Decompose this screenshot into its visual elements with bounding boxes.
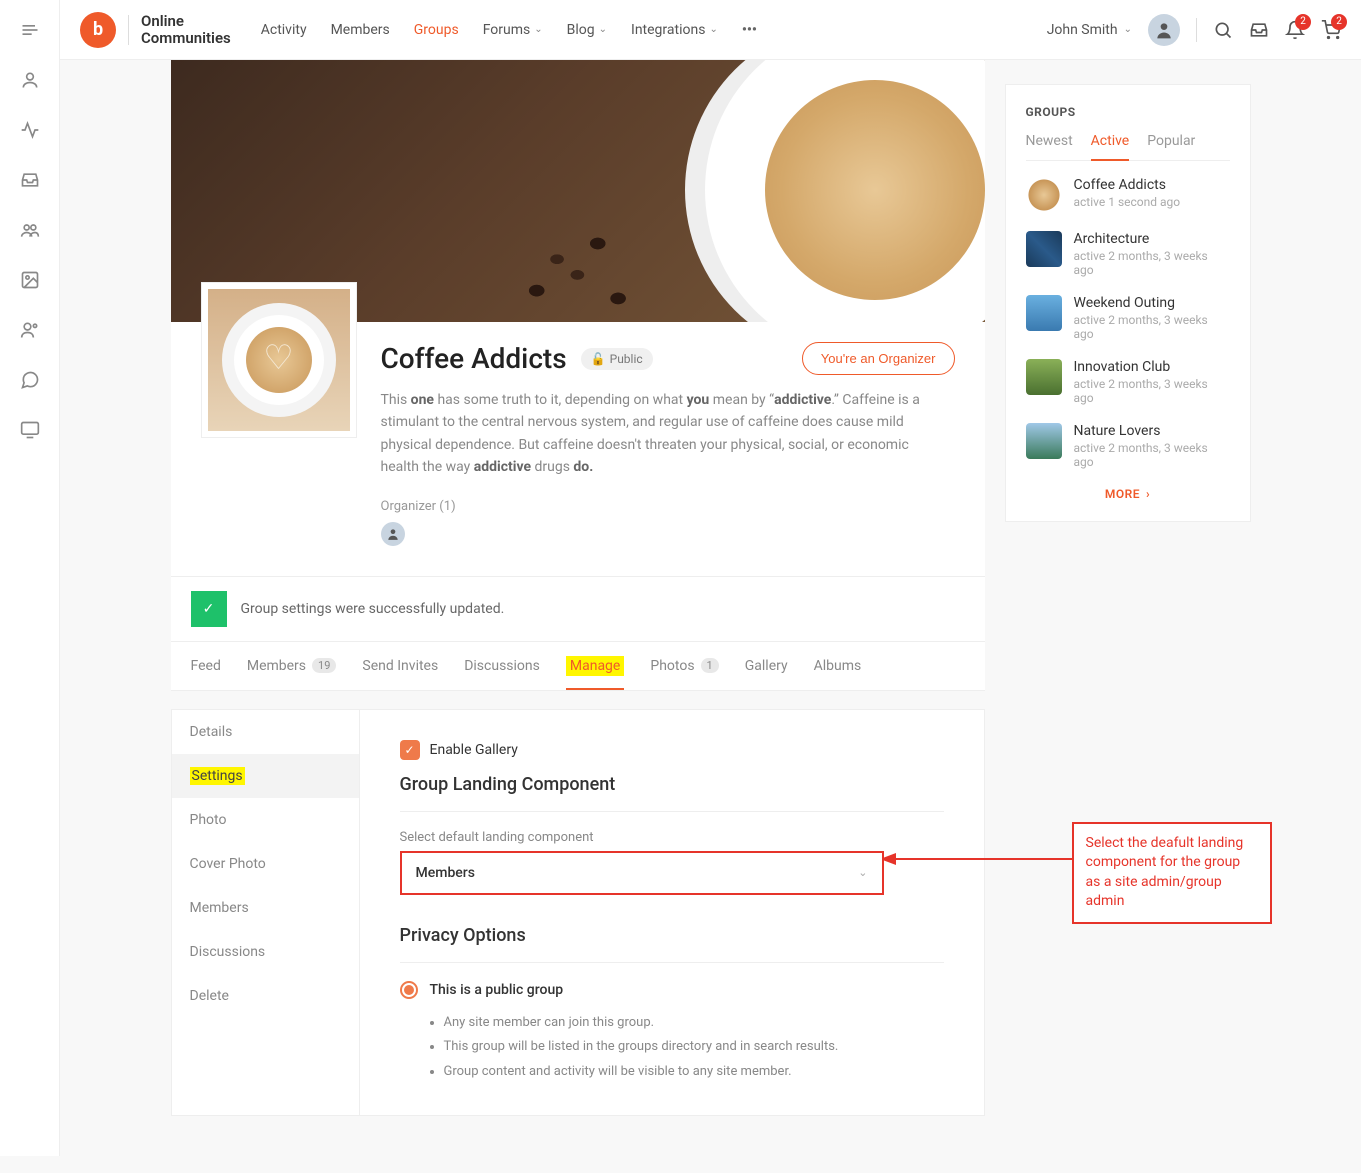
group-thumb bbox=[1026, 231, 1062, 267]
widget-tab-popular[interactable]: Popular bbox=[1147, 133, 1195, 160]
manage-nav-delete[interactable]: Delete bbox=[172, 974, 359, 1018]
user-icon[interactable] bbox=[20, 70, 40, 90]
tab-feed[interactable]: Feed bbox=[191, 642, 221, 690]
organizer-label: Organizer (1) bbox=[381, 499, 955, 514]
group-icon[interactable] bbox=[20, 220, 40, 240]
manage-nav-members[interactable]: Members bbox=[172, 886, 359, 930]
group-thumb bbox=[1026, 423, 1062, 459]
organizer-avatar[interactable] bbox=[381, 522, 405, 546]
widget-heading: GROUPS bbox=[1026, 105, 1230, 119]
tab-photos[interactable]: Photos1 bbox=[650, 642, 718, 690]
group-tabs: Feed Members19 Send Invites Discussions … bbox=[171, 641, 985, 691]
topbar: b OnlineCommunities Activity Members Gro… bbox=[60, 0, 1361, 60]
privacy-heading: Privacy Options bbox=[400, 925, 944, 946]
manage-nav-cover-photo[interactable]: Cover Photo bbox=[172, 842, 359, 886]
nav-forums[interactable]: Forums⌄ bbox=[483, 22, 543, 38]
widget-item[interactable]: Coffee Addictsactive 1 second ago bbox=[1026, 177, 1230, 213]
tab-send-invites[interactable]: Send Invites bbox=[362, 642, 438, 690]
brand-name[interactable]: OnlineCommunities bbox=[141, 13, 231, 46]
success-alert: ✓ Group settings were successfully updat… bbox=[171, 576, 985, 641]
chat-icon[interactable] bbox=[20, 370, 40, 390]
landing-heading: Group Landing Component bbox=[400, 774, 944, 795]
group-thumb bbox=[1026, 359, 1062, 395]
chevron-right-icon: › bbox=[1146, 487, 1150, 501]
manage-nav: Details Settings Photo Cover Photo Membe… bbox=[172, 710, 360, 1115]
check-icon: ✓ bbox=[191, 591, 227, 627]
image-icon[interactable] bbox=[20, 270, 40, 290]
annotation-box: Select the deafult landing component for… bbox=[1072, 822, 1272, 924]
tab-members[interactable]: Members19 bbox=[247, 642, 337, 690]
notification-badge: 2 bbox=[1295, 14, 1311, 30]
widget-item[interactable]: Innovation Clubactive 2 months, 3 weeks … bbox=[1026, 359, 1230, 405]
nav-blog[interactable]: Blog⌄ bbox=[567, 22, 607, 38]
menu-icon[interactable] bbox=[20, 20, 40, 40]
widget-tab-active[interactable]: Active bbox=[1091, 133, 1130, 161]
group-thumb bbox=[1026, 177, 1062, 213]
cart-badge: 2 bbox=[1331, 14, 1347, 30]
organizer-button[interactable]: You're an Organizer bbox=[802, 342, 955, 375]
widget-tab-newest[interactable]: Newest bbox=[1026, 133, 1073, 160]
avatar[interactable] bbox=[1148, 14, 1180, 46]
lock-open-icon: 🔓 bbox=[591, 352, 606, 366]
mail-icon[interactable] bbox=[1249, 20, 1269, 40]
nav-groups[interactable]: Groups bbox=[414, 22, 459, 38]
widget-item[interactable]: Nature Loversactive 2 months, 3 weeks ag… bbox=[1026, 423, 1230, 469]
widget-item[interactable]: Weekend Outingactive 2 months, 3 weeks a… bbox=[1026, 295, 1230, 341]
chevron-down-icon: ⌄ bbox=[1124, 24, 1132, 35]
manage-nav-photo[interactable]: Photo bbox=[172, 798, 359, 842]
more-link[interactable]: MORE› bbox=[1026, 487, 1230, 501]
landing-label: Select default landing component bbox=[400, 830, 944, 845]
logo-icon[interactable]: b bbox=[80, 12, 116, 48]
left-rail bbox=[0, 0, 60, 1156]
bell-icon[interactable]: 2 bbox=[1285, 20, 1305, 40]
manage-nav-settings[interactable]: Settings bbox=[172, 754, 359, 798]
search-icon[interactable] bbox=[1213, 20, 1233, 40]
inbox-icon[interactable] bbox=[20, 170, 40, 190]
nav-members[interactable]: Members bbox=[331, 22, 390, 38]
activity-icon[interactable] bbox=[20, 120, 40, 140]
tab-discussions[interactable]: Discussions bbox=[464, 642, 540, 690]
nav-more-icon[interactable]: ••• bbox=[742, 22, 757, 38]
widget-item[interactable]: Architectureactive 2 months, 3 weeks ago bbox=[1026, 231, 1230, 277]
public-group-label: This is a public group bbox=[430, 982, 564, 998]
visibility-badge: 🔓Public bbox=[581, 348, 653, 370]
group-description: This one has some truth to it, depending… bbox=[381, 389, 921, 479]
public-group-radio[interactable] bbox=[400, 981, 418, 999]
people-icon[interactable] bbox=[20, 320, 40, 340]
landing-select[interactable]: Members ⌄ bbox=[400, 851, 884, 895]
chevron-down-icon: ⌄ bbox=[858, 866, 867, 879]
enable-gallery-checkbox[interactable]: ✓ bbox=[400, 740, 420, 760]
group-avatar[interactable]: ♡ bbox=[201, 282, 357, 438]
group-title: Coffee Addicts bbox=[381, 342, 567, 375]
tab-gallery[interactable]: Gallery bbox=[745, 642, 788, 690]
public-bullets: Any site member can join this group.This… bbox=[400, 1011, 944, 1085]
tab-manage[interactable]: Manage bbox=[566, 656, 624, 676]
group-thumb bbox=[1026, 295, 1062, 331]
nav-activity[interactable]: Activity bbox=[261, 22, 307, 38]
nav-integrations[interactable]: Integrations⌄ bbox=[631, 22, 718, 38]
groups-widget: GROUPS Newest Active Popular Coffee Addi… bbox=[1005, 84, 1251, 522]
chevron-down-icon: ⌄ bbox=[599, 24, 607, 35]
manage-nav-details[interactable]: Details bbox=[172, 710, 359, 754]
cart-icon[interactable]: 2 bbox=[1321, 20, 1341, 40]
user-menu[interactable]: John Smith⌄ bbox=[1047, 22, 1132, 38]
manage-nav-discussions[interactable]: Discussions bbox=[172, 930, 359, 974]
tab-albums[interactable]: Albums bbox=[814, 642, 862, 690]
enable-gallery-label: Enable Gallery bbox=[430, 742, 518, 758]
chevron-down-icon: ⌄ bbox=[709, 24, 717, 35]
chevron-down-icon: ⌄ bbox=[534, 24, 542, 35]
monitor-icon[interactable] bbox=[20, 420, 40, 440]
